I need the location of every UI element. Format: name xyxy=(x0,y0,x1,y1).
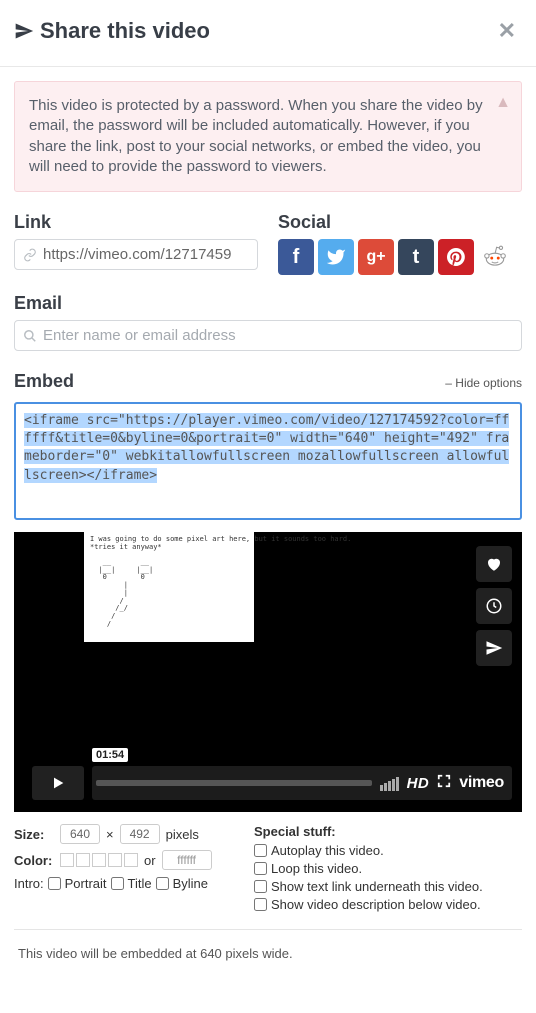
swatch-1[interactable] xyxy=(60,853,74,867)
social-label: Social xyxy=(278,212,522,233)
scrubber-wrap: 01:54 HD vimeo xyxy=(92,766,512,800)
search-icon xyxy=(23,329,37,343)
or-label: or xyxy=(144,853,156,868)
hd-toggle[interactable]: HD xyxy=(407,775,430,792)
email-input[interactable] xyxy=(43,327,513,344)
embed-code-box[interactable]: <iframe src="https://player.vimeo.com/vi… xyxy=(14,402,522,520)
special-label: Special stuff: xyxy=(254,824,483,839)
twitter-button[interactable] xyxy=(318,239,354,275)
description-label: Show video description below video. xyxy=(271,897,481,912)
size-row: Size: × pixels xyxy=(14,824,234,844)
options-right: Special stuff: Autoplay this video. Loop… xyxy=(254,824,483,915)
googleplus-button[interactable]: g+ xyxy=(358,239,394,275)
tumblr-button[interactable]: t xyxy=(398,239,434,275)
color-row: Color: or xyxy=(14,850,234,870)
twitter-icon xyxy=(326,247,346,267)
swatch-3[interactable] xyxy=(92,853,106,867)
social-icons: f g+ t xyxy=(278,239,522,275)
autoplay-label: Autoplay this video. xyxy=(271,843,384,858)
paper-plane-icon xyxy=(485,639,503,657)
embed-options: Size: × pixels Color: or xyxy=(14,824,522,930)
modal-title: Share this video xyxy=(40,18,492,44)
heart-icon xyxy=(485,555,503,573)
size-label: Size: xyxy=(14,827,54,842)
time-flag: 01:54 xyxy=(92,748,128,762)
swatch-2[interactable] xyxy=(76,853,90,867)
link-social-row: Link Social f g+ t xyxy=(14,212,522,275)
pinterest-icon xyxy=(447,248,465,266)
share-button[interactable] xyxy=(476,630,512,666)
video-preview: I was going to do some pixel art here, b… xyxy=(14,532,522,812)
byline-checkbox[interactable] xyxy=(156,877,169,890)
clock-icon xyxy=(485,597,503,615)
reddit-button[interactable] xyxy=(480,239,510,275)
play-icon xyxy=(50,775,66,791)
volume-control[interactable] xyxy=(380,775,399,791)
social-section: Social f g+ t xyxy=(278,212,522,275)
video-thumb: I was going to do some pixel art here, b… xyxy=(84,532,254,642)
player-controls: 01:54 HD vimeo xyxy=(32,766,512,800)
link-section: Link xyxy=(14,212,258,275)
email-input-group[interactable] xyxy=(14,320,522,351)
link-label: Link xyxy=(14,212,258,233)
play-button[interactable] xyxy=(32,766,84,800)
email-section: Email xyxy=(14,293,522,351)
modal-header: Share this video ✕ xyxy=(0,0,536,67)
watch-later-button[interactable] xyxy=(476,588,512,624)
close-button[interactable]: ✕ xyxy=(492,16,522,46)
width-input[interactable] xyxy=(60,824,100,844)
title-opt-label: Title xyxy=(128,876,152,891)
title-checkbox[interactable] xyxy=(111,877,124,890)
height-input[interactable] xyxy=(120,824,160,844)
share-modal: Share this video ✕ This video is protect… xyxy=(0,0,536,991)
scrubber[interactable] xyxy=(96,780,372,786)
description-checkbox[interactable] xyxy=(254,898,267,911)
intro-row: Intro: Portrait Title Byline xyxy=(14,876,234,891)
like-button[interactable] xyxy=(476,546,512,582)
options-left: Size: × pixels Color: or xyxy=(14,824,234,915)
intro-label: Intro: xyxy=(14,876,44,891)
embed-code-text: <iframe src="https://player.vimeo.com/vi… xyxy=(24,413,509,483)
loop-label: Loop this video. xyxy=(271,861,362,876)
textlink-checkbox[interactable] xyxy=(254,880,267,893)
modal-content: This video is protected by a password. W… xyxy=(0,67,536,991)
reddit-icon xyxy=(482,244,508,270)
link-input[interactable] xyxy=(43,246,249,263)
warning-icon: ▲ xyxy=(495,92,511,114)
alert-text: This video is protected by a password. W… xyxy=(29,97,483,175)
fullscreen-button[interactable] xyxy=(437,774,451,793)
preview-side-icons xyxy=(476,546,512,666)
hex-input[interactable] xyxy=(162,850,212,870)
link-input-group[interactable] xyxy=(14,239,258,270)
hide-options-link[interactable]: – Hide options xyxy=(445,376,522,390)
pinterest-button[interactable] xyxy=(438,239,474,275)
password-alert: This video is protected by a password. W… xyxy=(14,81,522,192)
embed-section: Embed – Hide options <iframe src="https:… xyxy=(14,371,522,520)
byline-label: Byline xyxy=(173,876,208,891)
email-label: Email xyxy=(14,293,522,314)
fullscreen-icon xyxy=(437,774,451,788)
pixels-label: pixels xyxy=(166,827,199,842)
embed-label: Embed xyxy=(14,371,74,392)
textlink-label: Show text link underneath this video. xyxy=(271,879,483,894)
facebook-button[interactable]: f xyxy=(278,239,314,275)
swatch-4[interactable] xyxy=(108,853,122,867)
footnote: This video will be embedded at 640 pixel… xyxy=(14,942,522,977)
swatch-5[interactable] xyxy=(124,853,138,867)
autoplay-checkbox[interactable] xyxy=(254,844,267,857)
color-swatches xyxy=(60,853,138,867)
link-icon xyxy=(23,248,37,262)
portrait-checkbox[interactable] xyxy=(48,877,61,890)
vimeo-logo[interactable]: vimeo xyxy=(459,774,504,792)
paper-plane-icon xyxy=(14,21,34,41)
loop-checkbox[interactable] xyxy=(254,862,267,875)
color-label: Color: xyxy=(14,853,54,868)
times-symbol: × xyxy=(106,827,114,842)
portrait-label: Portrait xyxy=(65,876,107,891)
